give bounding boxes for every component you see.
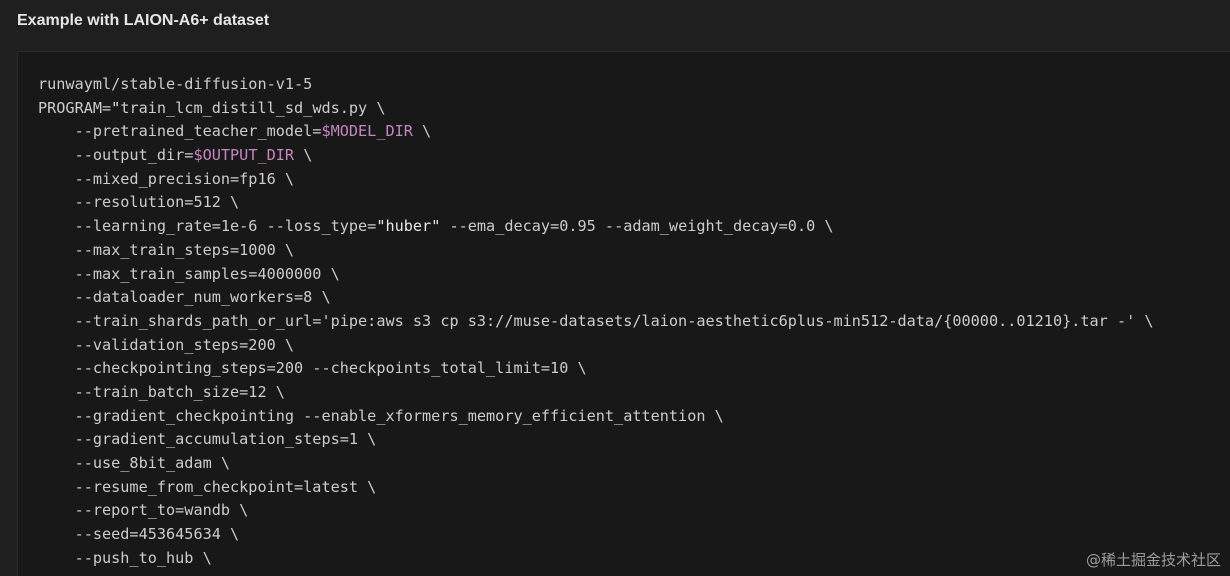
code-token: --learning_rate=1e-6 --loss_type= [38,217,377,236]
code-token: --max_train_steps=1000 \ [38,240,295,259]
code-line: --checkpointing_steps=200 --checkpoints_… [38,357,1154,381]
code-variable: $MODEL_DIR [321,122,413,141]
code-line: --validation_steps=200 \ [38,334,1154,358]
section-heading: Example with LAION-A6+ dataset [17,12,270,29]
code-line: --pretrained_teacher_model=$MODEL_DIR \ [38,120,1154,144]
code-line: --push_to_hub \ [38,547,1154,571]
code-string: " [111,98,121,117]
code-line: --resume_from_checkpoint=latest \ [38,476,1154,500]
code-line: PROGRAM="train_lcm_distill_sd_wds.py \ [38,97,1154,121]
code-line: --use_8bit_adam \ [38,452,1154,476]
code-token: --seed=453645634 \ [38,525,240,544]
code-token: PROGRAM= [38,98,112,117]
code-token: --gradient_accumulation_steps=1 \ [38,430,377,449]
code-token: --gradient_checkpointing --enable_xforme… [38,406,724,425]
code-line: --mixed_precision=fp16 \ [38,168,1154,192]
code-token: --resolution=512 \ [38,193,240,212]
code-line: --learning_rate=1e-6 --loss_type="huber"… [38,215,1154,239]
code-token: --mixed_precision=fp16 \ [38,169,295,188]
code-token: --use_8bit_adam \ [38,454,231,472]
code-token: --validation_steps=200 \ [38,335,295,354]
code-line: runwayml/stable-diffusion-v1-5 [38,73,1154,97]
code-line: --gradient_checkpointing --enable_xforme… [38,405,1154,429]
code-line: --resolution=512 \ [38,191,1154,215]
code-line: --train_shards_path_or_url='pipe:aws s3 … [38,310,1154,334]
code-token: --output_dir= [38,146,194,165]
watermark-text: @稀土掘金技术社区 [1085,551,1221,569]
code-string: "huber" [376,217,441,236]
code-line: --gradient_accumulation_steps=1 \ [38,428,1154,452]
code-line: --dataloader_num_workers=8 \ [38,286,1154,310]
code-token: --report_to=wandb \ [38,501,249,520]
code-token: train_lcm_distill_sd_wds.py \ [120,98,386,117]
code-token: runwayml/stable-diffusion-v1-5 [38,75,313,93]
code-content: runwayml/stable-diffusion-v1-5 PROGRAM="t… [38,73,1154,570]
code-line: --max_train_samples=4000000 \ [38,263,1154,287]
code-variable: $OUTPUT_DIR [193,146,295,165]
code-token: --checkpointing_steps=200 --checkpoints_… [38,359,587,378]
code-line: --train_batch_size=12 \ [38,381,1154,405]
code-token: --dataloader_num_workers=8 \ [38,288,331,307]
code-line: --seed=453645634 \ [38,523,1154,547]
code-token: --pretrained_teacher_model= [38,122,322,141]
code-token: --resume_from_checkpoint=latest \ [38,477,377,496]
code-line: --output_dir=$OUTPUT_DIR \ [38,144,1154,168]
code-block: runwayml/stable-diffusion-v1-5 PROGRAM="t… [17,51,1230,576]
code-line: --report_to=wandb \ [38,499,1154,523]
code-token: --max_train_samples=4000000 \ [38,264,340,283]
code-token: \ [294,146,313,165]
code-token: --train_shards_path_or_url='pipe:aws s3 … [38,311,1154,330]
code-token: --ema_decay=0.95 --adam_weight_decay=0.0… [440,217,834,236]
code-token: \ [412,122,432,141]
code-token: --train_batch_size=12 \ [38,382,285,401]
code-token: --push_to_hub \ [38,548,212,567]
code-line: --max_train_steps=1000 \ [38,239,1154,263]
